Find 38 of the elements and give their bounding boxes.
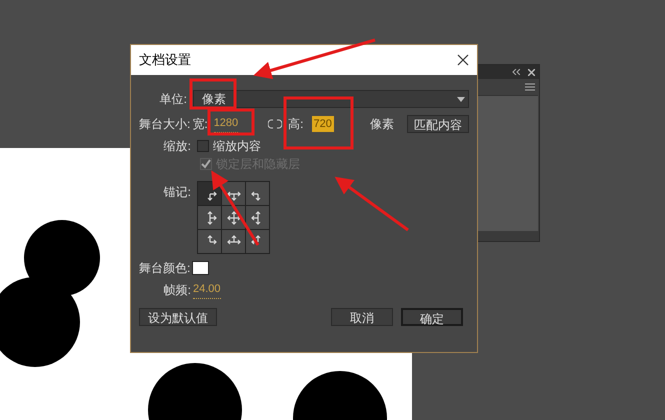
close-icon[interactable]	[457, 54, 469, 66]
width-value[interactable]: 1280	[214, 115, 238, 133]
anchor-label: 锚记:	[162, 184, 191, 201]
unit-text: 像素	[370, 116, 394, 133]
menu-icon[interactable]	[525, 83, 535, 91]
checkbox-label: 缩放内容	[213, 138, 261, 155]
annotation-box	[208, 108, 254, 136]
window-title: 文档设置	[139, 51, 191, 70]
collapse-icon[interactable]	[512, 69, 520, 75]
dialog-button[interactable]: 取消	[331, 308, 393, 326]
close-icon[interactable]	[528, 68, 535, 76]
height-label: 高:	[288, 116, 304, 133]
anchor-cell[interactable]	[198, 230, 221, 253]
checkmark-icon	[201, 159, 211, 169]
frame-rate-value[interactable]: 24.00	[193, 281, 221, 299]
annotation-box	[190, 78, 236, 110]
height-value[interactable]: 720	[312, 116, 334, 132]
width-label: 宽:	[192, 116, 208, 133]
match-contents-button[interactable]: 匹配内容	[407, 115, 469, 133]
arrows-icon	[226, 210, 242, 226]
frame-rate-label: 帧频:	[162, 282, 191, 299]
link-icon[interactable]	[268, 118, 282, 130]
anchor-cell[interactable]	[198, 206, 221, 229]
scale-label: 缩放:	[162, 138, 191, 155]
anchor-cell[interactable]	[222, 230, 245, 253]
stage-size-label: 舞台大小:	[139, 116, 190, 133]
anchor-cell[interactable]	[246, 230, 269, 253]
anchor-cell[interactable]	[246, 206, 269, 229]
dialog-button[interactable]: 确定	[401, 308, 463, 326]
color-swatch[interactable]	[192, 261, 210, 275]
annotation-box	[284, 96, 354, 150]
unit-dropdown[interactable]: 像素	[193, 90, 469, 108]
anchor-cell[interactable]	[198, 182, 221, 205]
dialog-button[interactable]: 设为默认值	[139, 308, 217, 326]
unit-label: 单位:	[158, 91, 187, 108]
checkbox[interactable]	[197, 140, 209, 152]
stage-color-label: 舞台颜色:	[139, 260, 190, 277]
anchor-cell[interactable]	[246, 182, 269, 205]
